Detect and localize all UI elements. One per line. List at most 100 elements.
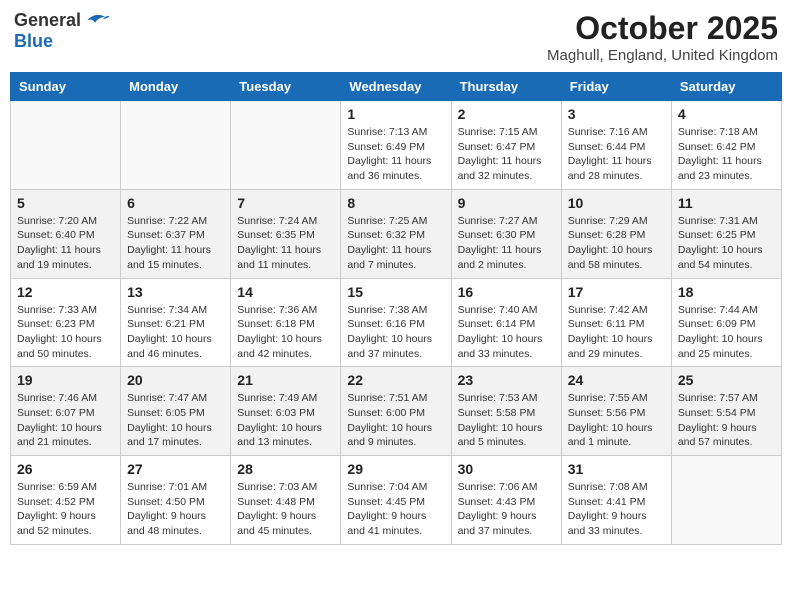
table-row: 12 Sunrise: 7:33 AMSunset: 6:23 PMDayligh… xyxy=(11,278,121,367)
table-row: 9Sunrise: 7:27 AMSunset: 6:30 PMDaylight… xyxy=(451,189,561,278)
day-number: 30 xyxy=(458,461,555,477)
day-info: Sunrise: 7:57 AMSunset: 5:54 PMDaylight:… xyxy=(678,391,775,450)
table-row xyxy=(121,101,231,190)
table-row: 22Sunrise: 7:51 AMSunset: 6:00 PMDayligh… xyxy=(341,367,451,456)
day-info: Sunrise: 7:29 AMSunset: 6:28 PMDaylight:… xyxy=(568,214,665,273)
table-row: 5 Sunrise: 7:20 AMSunset: 6:40 PMDaylight… xyxy=(11,189,121,278)
day-info: Sunrise: 7:18 AMSunset: 6:42 PMDaylight:… xyxy=(678,125,775,184)
calendar-week-5: 26 Sunrise: 6:59 AMSunset: 4:52 PMDayligh… xyxy=(11,456,782,545)
day-info: Sunrise: 7:03 AMSunset: 4:48 PMDaylight:… xyxy=(237,480,334,539)
day-number: 1 xyxy=(347,106,444,122)
day-number: 27 xyxy=(127,461,224,477)
day-info: Sunrise: 7:31 AMSunset: 6:25 PMDaylight:… xyxy=(678,214,775,273)
table-row: 19 Sunrise: 7:46 AMSunset: 6:07 PMDayligh… xyxy=(11,367,121,456)
day-number: 26 xyxy=(17,461,114,477)
day-info: Sunrise: 7:44 AMSunset: 6:09 PMDaylight:… xyxy=(678,303,775,362)
day-number: 21 xyxy=(237,372,334,388)
header-wednesday: Wednesday xyxy=(341,73,451,101)
table-row: 26 Sunrise: 6:59 AMSunset: 4:52 PMDayligh… xyxy=(11,456,121,545)
day-number: 25 xyxy=(678,372,775,388)
day-number: 4 xyxy=(678,106,775,122)
day-info: Sunrise: 7:13 AMSunset: 6:49 PMDaylight:… xyxy=(347,125,444,184)
table-row: 23Sunrise: 7:53 AMSunset: 5:58 PMDayligh… xyxy=(451,367,561,456)
day-info: Sunrise: 7:47 AMSunset: 6:05 PMDaylight:… xyxy=(127,391,224,450)
title-section: October 2025 Maghull, England, United Ki… xyxy=(547,10,778,64)
day-info: Sunrise: 7:20 AMSunset: 6:40 PMDaylight:… xyxy=(17,214,114,273)
header-thursday: Thursday xyxy=(451,73,561,101)
table-row: 21Sunrise: 7:49 AMSunset: 6:03 PMDayligh… xyxy=(231,367,341,456)
table-row: 18 Sunrise: 7:44 AMSunset: 6:09 PMDayligh… xyxy=(671,278,781,367)
logo-general-text: General xyxy=(14,10,81,31)
day-number: 9 xyxy=(458,195,555,211)
header-friday: Friday xyxy=(561,73,671,101)
day-info: Sunrise: 7:16 AMSunset: 6:44 PMDaylight:… xyxy=(568,125,665,184)
day-number: 24 xyxy=(568,372,665,388)
table-row: 29 Sunrise: 7:04 AMSunset: 4:45 PMDayligh… xyxy=(341,456,451,545)
day-number: 5 xyxy=(17,195,114,211)
day-number: 11 xyxy=(678,195,775,211)
table-row: 28 Sunrise: 7:03 AMSunset: 4:48 PMDayligh… xyxy=(231,456,341,545)
day-info: Sunrise: 7:15 AMSunset: 6:47 PMDaylight:… xyxy=(458,125,555,184)
day-info: Sunrise: 7:53 AMSunset: 5:58 PMDaylight:… xyxy=(458,391,555,450)
table-row: 3Sunrise: 7:16 AMSunset: 6:44 PMDaylight… xyxy=(561,101,671,190)
table-row: 7 Sunrise: 7:24 AMSunset: 6:35 PMDaylight… xyxy=(231,189,341,278)
table-row xyxy=(231,101,341,190)
table-row: 8 Sunrise: 7:25 AMSunset: 6:32 PMDaylight… xyxy=(341,189,451,278)
day-number: 7 xyxy=(237,195,334,211)
table-row: 30Sunrise: 7:06 AMSunset: 4:43 PMDayligh… xyxy=(451,456,561,545)
day-number: 17 xyxy=(568,284,665,300)
day-number: 18 xyxy=(678,284,775,300)
calendar-week-4: 19 Sunrise: 7:46 AMSunset: 6:07 PMDayligh… xyxy=(11,367,782,456)
day-number: 31 xyxy=(568,461,665,477)
day-info: Sunrise: 7:08 AMSunset: 4:41 PMDaylight:… xyxy=(568,480,665,539)
day-info: Sunrise: 7:33 AMSunset: 6:23 PMDaylight:… xyxy=(17,303,114,362)
table-row: 20 Sunrise: 7:47 AMSunset: 6:05 PMDayligh… xyxy=(121,367,231,456)
table-row xyxy=(671,456,781,545)
day-number: 29 xyxy=(347,461,444,477)
table-row: 16Sunrise: 7:40 AMSunset: 6:14 PMDayligh… xyxy=(451,278,561,367)
calendar-week-2: 5 Sunrise: 7:20 AMSunset: 6:40 PMDaylight… xyxy=(11,189,782,278)
table-row: 4 Sunrise: 7:18 AMSunset: 6:42 PMDaylight… xyxy=(671,101,781,190)
table-row: 15Sunrise: 7:38 AMSunset: 6:16 PMDayligh… xyxy=(341,278,451,367)
table-row: 2 Sunrise: 7:15 AMSunset: 6:47 PMDaylight… xyxy=(451,101,561,190)
table-row: 24 Sunrise: 7:55 AMSunset: 5:56 PMDayligh… xyxy=(561,367,671,456)
logo-bird-icon xyxy=(83,11,109,31)
header-monday: Monday xyxy=(121,73,231,101)
table-row: 1 Sunrise: 7:13 AMSunset: 6:49 PMDaylight… xyxy=(341,101,451,190)
day-info: Sunrise: 7:40 AMSunset: 6:14 PMDaylight:… xyxy=(458,303,555,362)
calendar-week-3: 12 Sunrise: 7:33 AMSunset: 6:23 PMDayligh… xyxy=(11,278,782,367)
logo: General Blue xyxy=(14,10,109,52)
calendar-header-row: Sunday Monday Tuesday Wednesday Thursday… xyxy=(11,73,782,101)
day-info: Sunrise: 7:42 AMSunset: 6:11 PMDaylight:… xyxy=(568,303,665,362)
header-saturday: Saturday xyxy=(671,73,781,101)
day-info: Sunrise: 7:51 AMSunset: 6:00 PMDaylight:… xyxy=(347,391,444,450)
day-number: 12 xyxy=(17,284,114,300)
day-number: 2 xyxy=(458,106,555,122)
table-row: 27 Sunrise: 7:01 AMSunset: 4:50 PMDayligh… xyxy=(121,456,231,545)
day-number: 28 xyxy=(237,461,334,477)
day-number: 19 xyxy=(17,372,114,388)
day-number: 20 xyxy=(127,372,224,388)
table-row xyxy=(11,101,121,190)
header-sunday: Sunday xyxy=(11,73,121,101)
day-number: 13 xyxy=(127,284,224,300)
month-title: October 2025 xyxy=(547,10,778,47)
location: Maghull, England, United Kingdom xyxy=(547,47,778,64)
day-info: Sunrise: 7:38 AMSunset: 6:16 PMDaylight:… xyxy=(347,303,444,362)
day-info: Sunrise: 7:22 AMSunset: 6:37 PMDaylight:… xyxy=(127,214,224,273)
day-info: Sunrise: 7:46 AMSunset: 6:07 PMDaylight:… xyxy=(17,391,114,450)
day-info: Sunrise: 7:55 AMSunset: 5:56 PMDaylight:… xyxy=(568,391,665,450)
page-header: General Blue October 2025 Maghull, Engla… xyxy=(10,10,782,64)
calendar-week-1: 1 Sunrise: 7:13 AMSunset: 6:49 PMDaylight… xyxy=(11,101,782,190)
table-row: 17 Sunrise: 7:42 AMSunset: 6:11 PMDayligh… xyxy=(561,278,671,367)
day-info: Sunrise: 7:25 AMSunset: 6:32 PMDaylight:… xyxy=(347,214,444,273)
day-info: Sunrise: 7:01 AMSunset: 4:50 PMDaylight:… xyxy=(127,480,224,539)
table-row: 6Sunrise: 7:22 AMSunset: 6:37 PMDaylight… xyxy=(121,189,231,278)
table-row: 14Sunrise: 7:36 AMSunset: 6:18 PMDayligh… xyxy=(231,278,341,367)
day-info: Sunrise: 6:59 AMSunset: 4:52 PMDaylight:… xyxy=(17,480,114,539)
day-number: 14 xyxy=(237,284,334,300)
day-number: 8 xyxy=(347,195,444,211)
day-info: Sunrise: 7:24 AMSunset: 6:35 PMDaylight:… xyxy=(237,214,334,273)
table-row: 25 Sunrise: 7:57 AMSunset: 5:54 PMDayligh… xyxy=(671,367,781,456)
day-info: Sunrise: 7:04 AMSunset: 4:45 PMDaylight:… xyxy=(347,480,444,539)
